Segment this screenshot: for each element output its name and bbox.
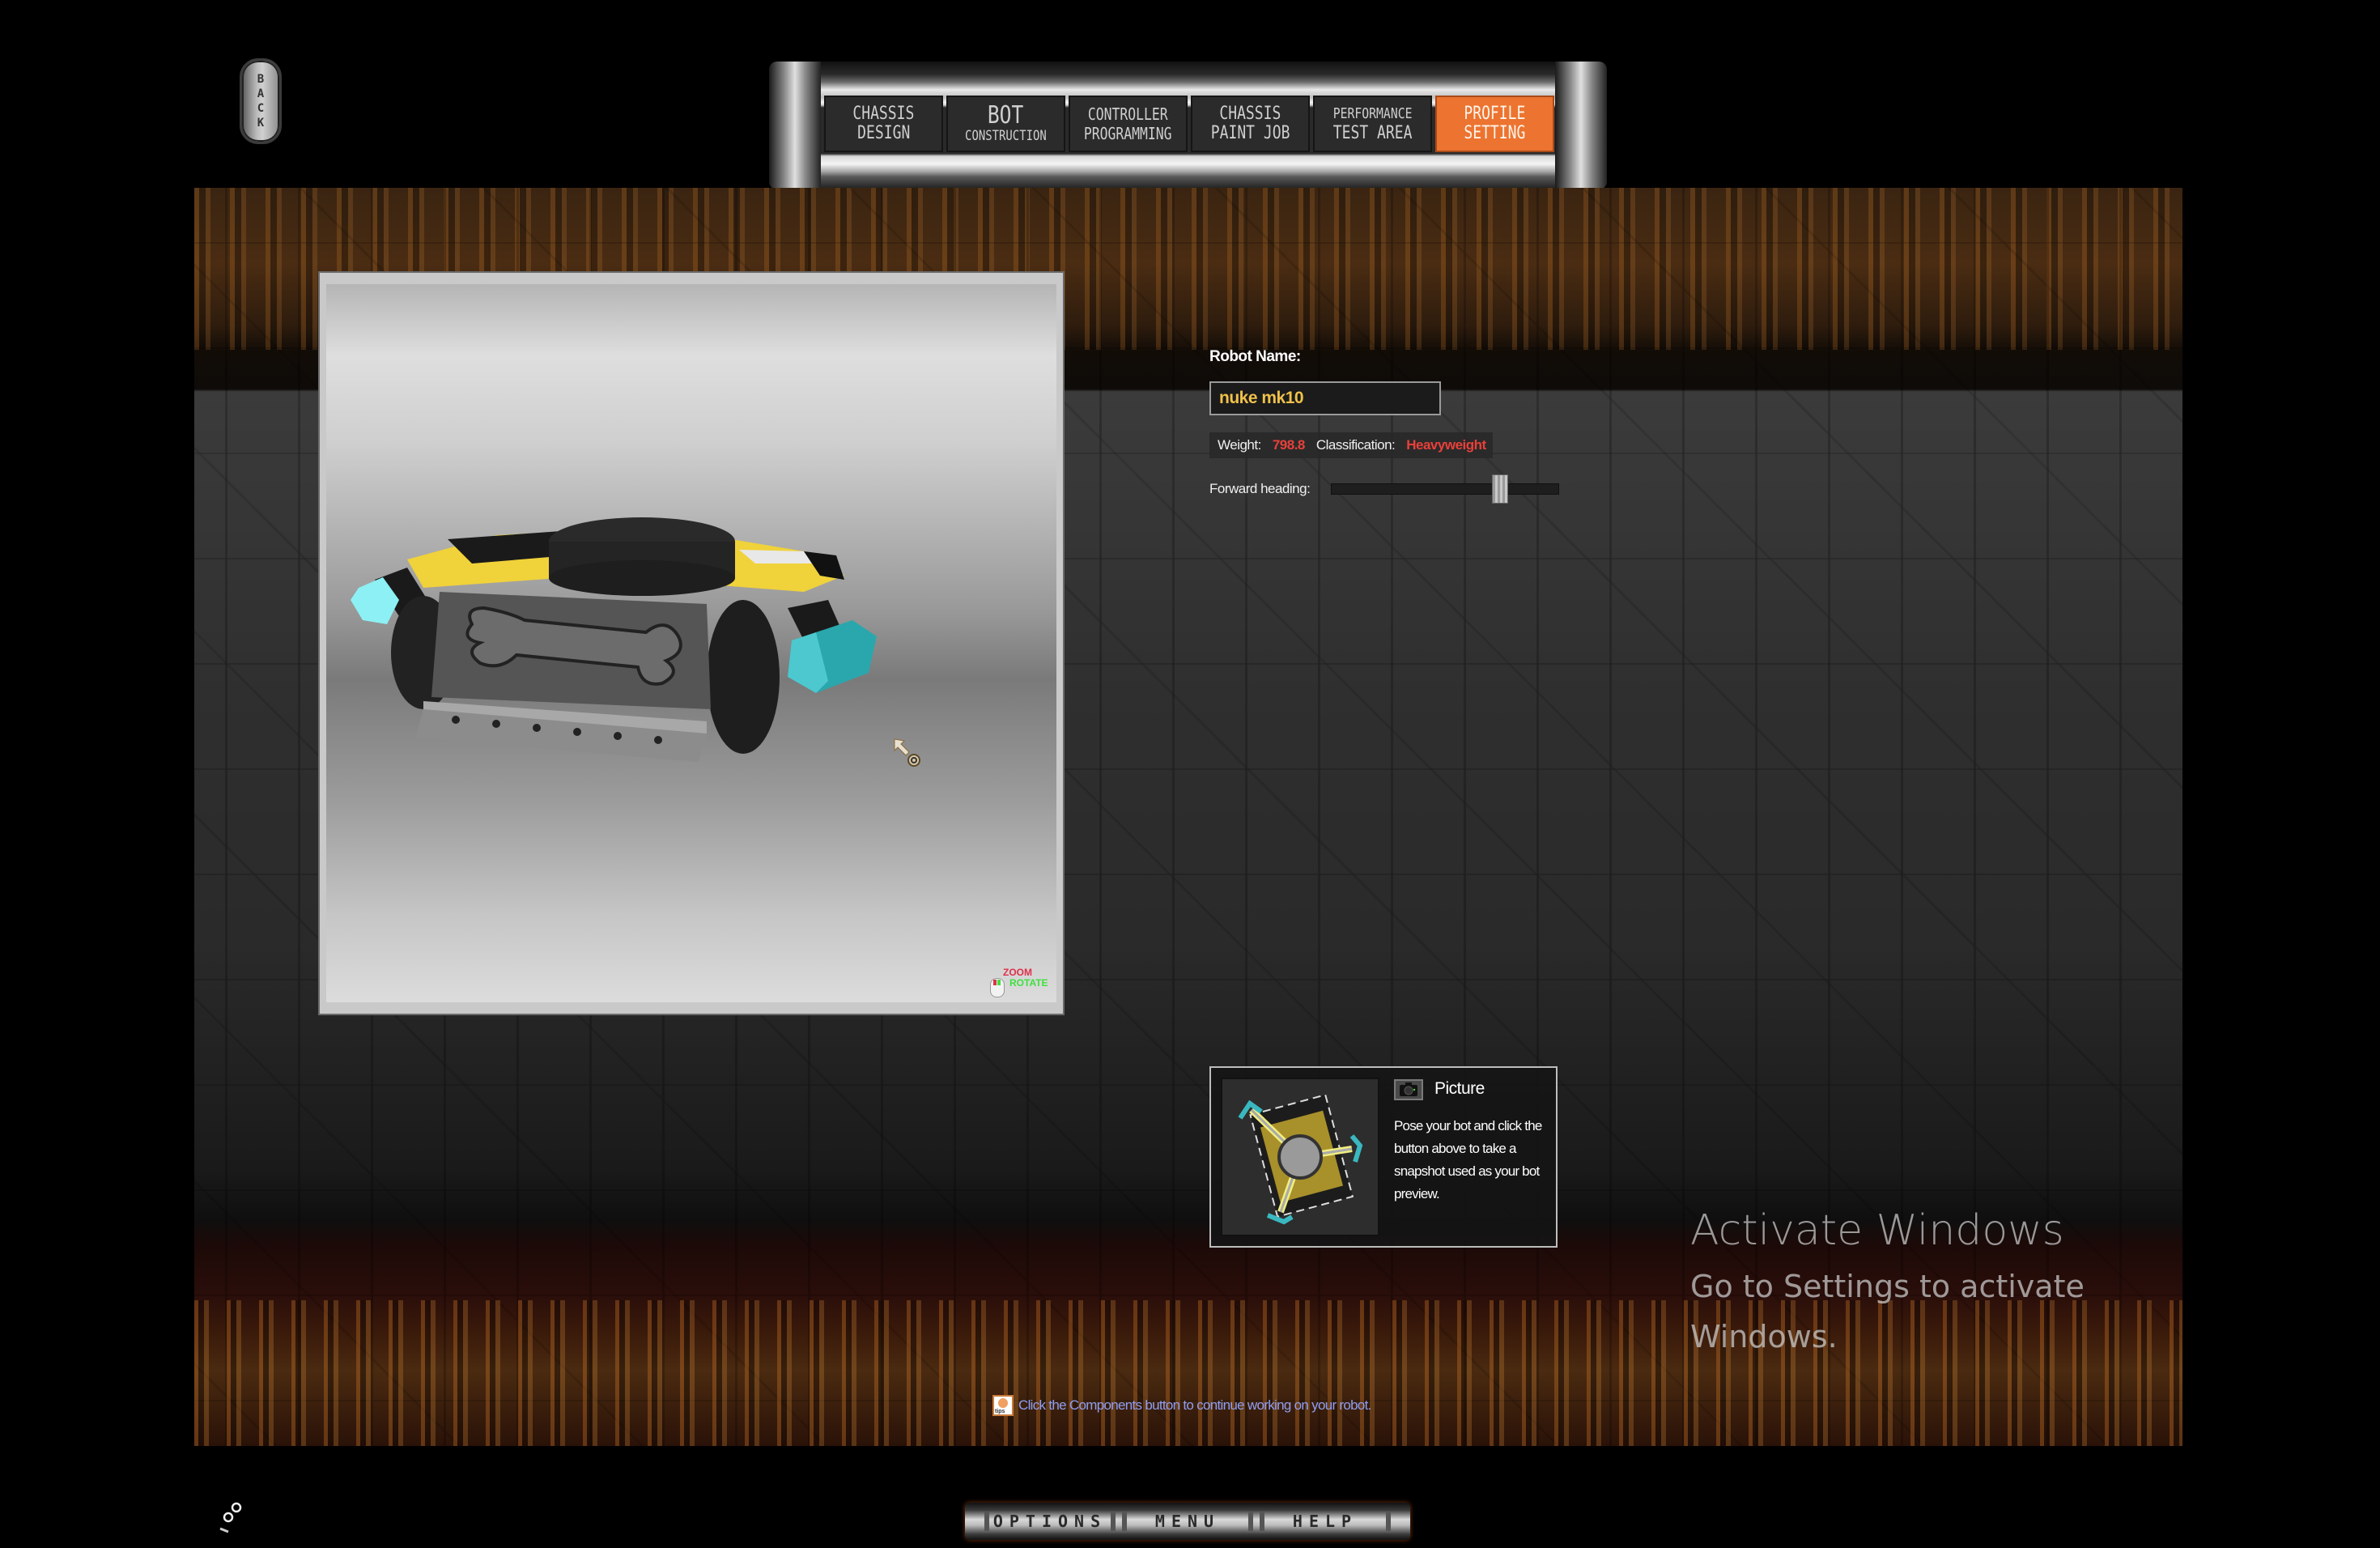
bottom-menu-bar: OPTIONS MENU HELP	[965, 1503, 1410, 1540]
weight-value: 798.8	[1272, 437, 1306, 453]
tips-icon-label: tips	[995, 1409, 1005, 1414]
tab-label-line1: CONTROLLER	[1088, 104, 1168, 124]
stats-row: Weight: 798.8 Classification: Heavyweigh…	[1209, 432, 1493, 458]
menu-button[interactable]: MENU	[1122, 1512, 1253, 1531]
help-button[interactable]: HELP	[1260, 1512, 1391, 1531]
classification-value: Heavyweight	[1406, 437, 1486, 453]
tab-label-line2: TEST AREA	[1332, 123, 1413, 143]
zoom-hint-label: ZOOM	[1003, 967, 1032, 978]
tip-text: Click the Components button to continue …	[1018, 1397, 1371, 1413]
forward-heading-label: Forward heading:	[1209, 481, 1311, 496]
robot-name-input[interactable]	[1209, 381, 1441, 415]
tab-label-line2: PROGRAMMING	[1084, 124, 1172, 143]
loading-indicator-icon	[219, 1502, 242, 1533]
camera-icon	[1400, 1082, 1417, 1096]
picture-panel: Picture Pose your bot and click the butt…	[1209, 1066, 1558, 1248]
tab-label-line2: SETTING	[1464, 123, 1526, 143]
weight-label: Weight:	[1218, 437, 1261, 453]
back-letter: B	[257, 73, 265, 86]
watermark-subtitle: Go to Settings to activate Windows.	[1690, 1269, 2085, 1354]
nav-tabs: CHASSIS DESIGN BOT CONSTRUCTION CONTROLL…	[824, 96, 1554, 152]
take-picture-button[interactable]	[1394, 1079, 1423, 1100]
tab-label-line1: CHASSIS	[852, 104, 915, 124]
activate-windows-watermark: Activate Windows Go to Settings to activ…	[1690, 1206, 2111, 1362]
picture-description: Pose your bot and click the button above…	[1394, 1118, 1542, 1201]
tip-bar: tips Click the Components button to cont…	[992, 1395, 1371, 1416]
tab-label-line2: PAINT JOB	[1210, 123, 1290, 143]
bot-preview-thumbnail	[1221, 1078, 1379, 1236]
tips-lightbulb-icon: tips	[992, 1395, 1014, 1416]
forward-heading-slider[interactable]	[1331, 474, 1559, 504]
mouse-icon	[990, 978, 1005, 997]
tab-controller-programming[interactable]: CONTROLLER PROGRAMMING	[1069, 96, 1188, 152]
tab-profile-setting[interactable]: PROFILE SETTING	[1435, 96, 1554, 152]
forward-heading-row: Forward heading:	[1209, 474, 1559, 504]
back-letter: C	[257, 102, 265, 115]
tab-label-line2: CONSTRUCTION	[965, 128, 1047, 144]
cursor-gear-icon	[894, 738, 920, 767]
forward-heading-slider-thumb[interactable]	[1492, 474, 1509, 504]
picture-title: Picture	[1434, 1079, 1485, 1098]
tab-label-line1: PERFORMANCE	[1332, 105, 1413, 122]
tab-chassis-design[interactable]: CHASSIS DESIGN	[824, 96, 943, 152]
tab-chassis-paint-job[interactable]: CHASSIS PAINT JOB	[1191, 96, 1310, 152]
back-letter: K	[257, 117, 265, 130]
tab-label-line1: CHASSIS	[1219, 104, 1281, 124]
classification-label: Classification:	[1315, 437, 1396, 453]
tab-performance-test-area[interactable]: PERFORMANCE TEST AREA	[1313, 96, 1432, 152]
bot-preview-image	[1238, 1094, 1363, 1225]
zoom-rotate-hint: ZOOM ROTATE	[985, 967, 1050, 999]
back-button[interactable]: B A C K	[240, 58, 282, 144]
tab-label-line1: PROFILE	[1464, 104, 1526, 124]
robot-model	[351, 517, 877, 762]
top-nav-bar: CHASSIS DESIGN BOT CONSTRUCTION CONTROLL…	[769, 62, 1607, 189]
back-letter: A	[257, 87, 265, 100]
robot-name-label: Robot Name:	[1209, 348, 1301, 365]
options-button[interactable]: OPTIONS	[984, 1512, 1116, 1531]
watermark-title: Activate Windows	[1690, 1206, 2064, 1255]
tab-bot-construction[interactable]: BOT CONSTRUCTION	[946, 96, 1065, 152]
tab-label-line2: DESIGN	[856, 123, 911, 143]
robot-3d-viewport[interactable]: ZOOM ROTATE	[318, 271, 1065, 1015]
tab-label-line1: BOT	[988, 101, 1024, 130]
rotate-hint-label: ROTATE	[1009, 977, 1048, 989]
